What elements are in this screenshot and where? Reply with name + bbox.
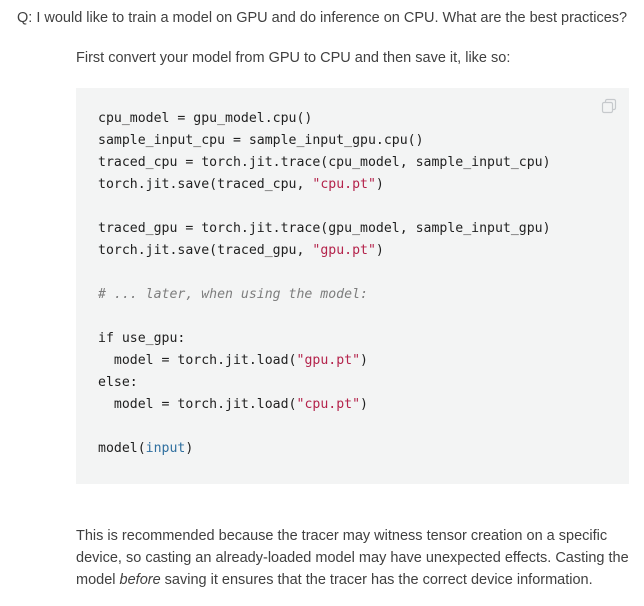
code-line: model(input) — [98, 438, 551, 460]
code-line: traced_cpu = torch.jit.trace(cpu_model, … — [98, 152, 551, 174]
code-token: model = torch.jit.load( — [98, 397, 297, 412]
code-token: traced_gpu = torch.jit.trace(gpu_model, … — [98, 221, 551, 236]
code-token: ) — [375, 243, 384, 258]
code-token: ) — [360, 353, 368, 368]
code-token: if use_gpu: — [98, 331, 186, 346]
explanation-emphasis: before — [119, 572, 161, 588]
code-line: traced_gpu = torch.jit.trace(gpu_model, … — [98, 218, 551, 240]
answer-intro: First convert your model from GPU to CPU… — [76, 50, 511, 66]
code-token: cpu_model = gpu_model.cpu() — [98, 111, 313, 126]
code-line: cpu_model = gpu_model.cpu() — [98, 108, 551, 130]
code-line: else: — [98, 372, 551, 394]
faq-question: Q: I would like to train a model on GPU … — [17, 10, 628, 26]
code-token: "cpu.pt" — [312, 177, 376, 192]
code-token: traced_cpu = torch.jit.trace(cpu_model, … — [98, 155, 551, 170]
explanation-text-end: saving it ensures that the tracer has th… — [160, 572, 593, 588]
code-line: model = torch.jit.load("cpu.pt") — [98, 394, 551, 416]
code-block: cpu_model = gpu_model.cpu() sample_input_… — [76, 88, 629, 484]
code-line: torch.jit.save(traced_gpu, "gpu.pt") — [98, 240, 551, 262]
code-token: "gpu.pt" — [296, 353, 361, 368]
code-token: ) — [360, 397, 368, 412]
code-line: # ... later, when using the model: — [98, 284, 551, 306]
code-content: cpu_model = gpu_model.cpu() sample_input_… — [98, 108, 551, 460]
code-line: sample_input_cpu = sample_input_gpu.cpu(… — [98, 130, 551, 152]
code-line: if use_gpu: — [98, 328, 551, 350]
code-line: model = torch.jit.load("gpu.pt") — [98, 350, 551, 372]
code-token: model = torch.jit.load( — [98, 353, 297, 368]
code-token: torch.jit.save(traced_gpu, — [98, 243, 313, 258]
answer-explanation: This is recommended because the tracer m… — [76, 525, 632, 591]
code-token: model( — [98, 441, 146, 456]
code-token: "gpu.pt" — [312, 243, 376, 258]
code-token: # ... later, when using the model: — [98, 287, 368, 302]
code-line: torch.jit.save(traced_cpu, "cpu.pt") — [98, 174, 551, 196]
code-token: sample_input_cpu = sample_input_gpu.cpu(… — [98, 133, 424, 148]
code-token: "cpu.pt" — [296, 397, 361, 412]
code-token: input — [145, 441, 186, 456]
code-token: ) — [185, 441, 194, 456]
code-token: else: — [98, 375, 138, 390]
code-token: ) — [375, 177, 384, 192]
copy-icon[interactable] — [601, 98, 617, 114]
code-token: torch.jit.save(traced_cpu, — [98, 177, 313, 192]
